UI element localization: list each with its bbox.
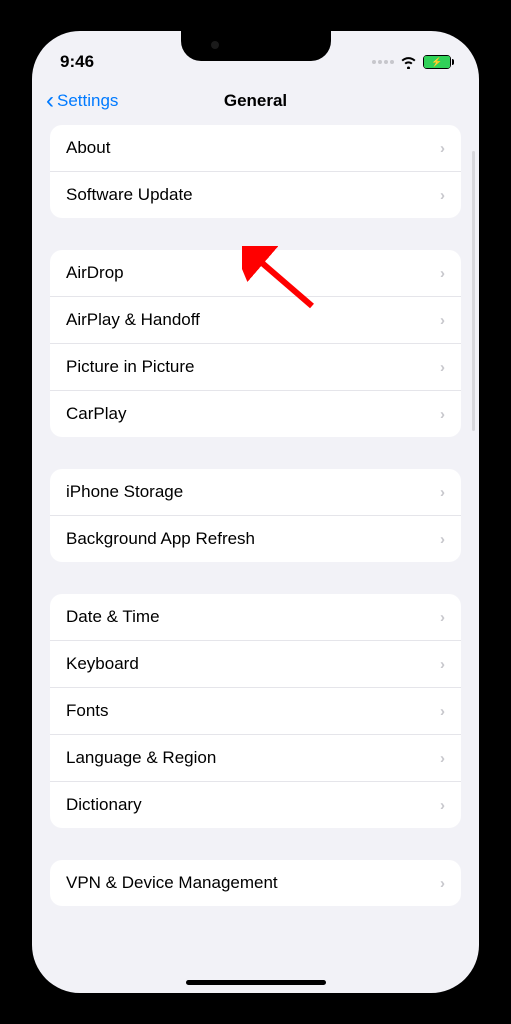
settings-group: About › Software Update › [50,125,461,218]
row-label: Language & Region [66,748,216,768]
volume-down-button [15,357,19,422]
settings-group: VPN & Device Management › [50,860,461,906]
settings-group: AirDrop › AirPlay & Handoff › Picture in… [50,250,461,437]
row-label: About [66,138,110,158]
chevron-right-icon: › [440,265,445,282]
home-indicator[interactable] [186,980,326,985]
nav-bar: ‹ Settings General [32,79,479,125]
status-time: 9:46 [60,52,94,72]
row-picture-in-picture[interactable]: Picture in Picture › [50,344,461,391]
wifi-icon [400,56,417,69]
row-label: Dictionary [66,795,142,815]
chevron-right-icon: › [440,359,445,376]
chevron-right-icon: › [440,187,445,204]
chevron-right-icon: › [440,484,445,501]
row-language-region[interactable]: Language & Region › [50,735,461,782]
row-carplay[interactable]: CarPlay › [50,391,461,437]
row-software-update[interactable]: Software Update › [50,172,461,218]
chevron-right-icon: › [440,140,445,157]
row-label: CarPlay [66,404,126,424]
chevron-left-icon: ‹ [46,89,54,113]
row-fonts[interactable]: Fonts › [50,688,461,735]
mute-switch [15,217,19,252]
power-button [492,297,496,397]
screen: 9:46 ⚡ ‹ Settings General [32,31,479,993]
row-label: Software Update [66,185,193,205]
chevron-right-icon: › [440,656,445,673]
chevron-right-icon: › [440,531,445,548]
chevron-right-icon: › [440,750,445,767]
row-date-time[interactable]: Date & Time › [50,594,461,641]
row-airdrop[interactable]: AirDrop › [50,250,461,297]
notch [181,31,331,61]
chevron-right-icon: › [440,703,445,720]
row-label: VPN & Device Management [66,873,278,893]
row-label: Background App Refresh [66,529,255,549]
row-iphone-storage[interactable]: iPhone Storage › [50,469,461,516]
row-background-app-refresh[interactable]: Background App Refresh › [50,516,461,562]
volume-up-button [15,277,19,342]
chevron-right-icon: › [440,609,445,626]
row-label: Keyboard [66,654,139,674]
settings-group: iPhone Storage › Background App Refresh … [50,469,461,562]
phone-frame: 9:46 ⚡ ‹ Settings General [18,17,493,1007]
row-label: Picture in Picture [66,357,195,377]
page-dots-icon [372,60,394,64]
content[interactable]: About › Software Update › AirDrop › AirP… [32,125,479,977]
row-label: Date & Time [66,607,160,627]
row-label: AirPlay & Handoff [66,310,200,330]
back-button[interactable]: ‹ Settings [46,89,118,113]
row-dictionary[interactable]: Dictionary › [50,782,461,828]
chevron-right-icon: › [440,312,445,329]
page-title: General [224,91,287,111]
status-icons: ⚡ [372,55,451,69]
back-label: Settings [57,91,118,111]
row-keyboard[interactable]: Keyboard › [50,641,461,688]
row-label: Fonts [66,701,109,721]
chevron-right-icon: › [440,875,445,892]
row-vpn-device-management[interactable]: VPN & Device Management › [50,860,461,906]
scroll-indicator[interactable] [472,151,475,431]
row-about[interactable]: About › [50,125,461,172]
settings-group: Date & Time › Keyboard › Fonts › Languag… [50,594,461,828]
row-label: AirDrop [66,263,124,283]
chevron-right-icon: › [440,406,445,423]
battery-charging-icon: ⚡ [423,55,451,69]
chevron-right-icon: › [440,797,445,814]
row-label: iPhone Storage [66,482,183,502]
row-airplay-handoff[interactable]: AirPlay & Handoff › [50,297,461,344]
